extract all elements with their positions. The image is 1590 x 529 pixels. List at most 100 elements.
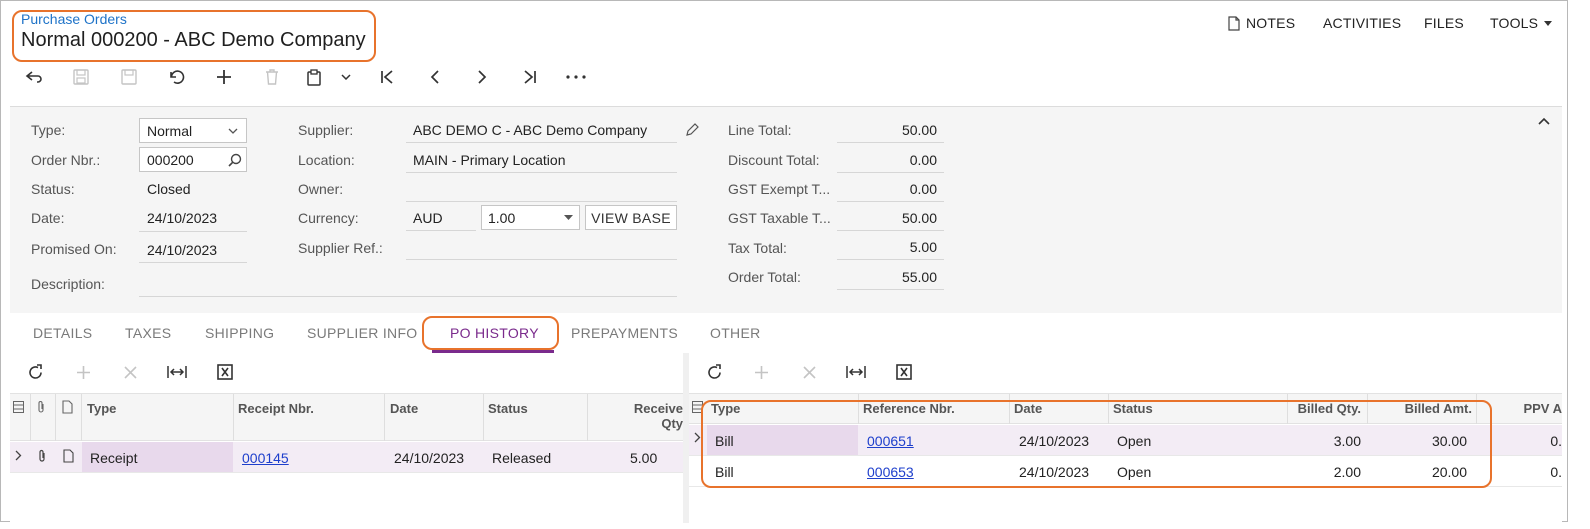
previous-record-icon[interactable] (421, 65, 449, 89)
currency-rate-value: 1.00 (488, 210, 516, 226)
ppv-amt: 0. (1550, 433, 1562, 449)
owner-label: Owner: (298, 181, 344, 197)
col-header-status[interactable]: Status (488, 401, 528, 416)
refresh-icon[interactable] (24, 362, 46, 382)
supplier-ref-field[interactable] (406, 234, 677, 260)
order-total-value: 55.00 (837, 264, 944, 290)
tab-supplier-info[interactable]: SUPPLIER INFO (307, 325, 417, 341)
column-divider (55, 394, 56, 441)
col-header-type[interactable]: Type (87, 401, 116, 416)
activities-label: ACTIVITIES (1323, 15, 1402, 31)
col-header-date[interactable]: Date (390, 401, 418, 416)
col-header-receipt-nbr[interactable]: Receipt Nbr. (238, 401, 314, 416)
tax-total-label: Tax Total: (728, 240, 787, 256)
col-header-received[interactable]: Receive Qty (633, 401, 683, 431)
description-label: Description: (31, 276, 105, 292)
promised-on-label: Promised On: (31, 241, 117, 257)
title-highlight (12, 10, 376, 62)
delete-row-icon[interactable] (798, 362, 820, 382)
export-excel-icon[interactable] (893, 362, 915, 382)
date-label: Date: (31, 210, 65, 226)
location-field[interactable]: MAIN - Primary Location (406, 147, 677, 173)
supplier-field[interactable]: ABC DEMO C - ABC Demo Company (406, 117, 677, 143)
selector-column-icon (13, 401, 24, 413)
type-select[interactable]: Normal (139, 118, 247, 143)
export-excel-icon[interactable] (214, 362, 236, 382)
receipt-date: 24/10/2023 (394, 450, 465, 466)
tab-shipping[interactable]: SHIPPING (205, 325, 274, 341)
tab-prepayments[interactable]: PREPAYMENTS (571, 325, 678, 341)
attachment-column-icon (38, 401, 44, 413)
note-icon[interactable] (63, 449, 74, 463)
col-header-received-line2: Qty (661, 416, 683, 431)
window-frame: Purchase Orders Normal 000200 - ABC Demo… (0, 0, 1568, 523)
chevron-right-icon[interactable] (694, 432, 701, 443)
gst-exempt-value: 0.00 (837, 176, 944, 202)
first-record-icon[interactable] (373, 65, 401, 89)
add-row-icon[interactable] (72, 362, 94, 382)
column-divider (587, 394, 588, 441)
back-icon[interactable] (20, 65, 48, 89)
notes-label: NOTES (1246, 15, 1296, 31)
tools-label: TOOLS (1490, 15, 1539, 31)
tab-other[interactable]: OTHER (710, 325, 761, 341)
save-close-icon[interactable] (67, 65, 95, 89)
supplier-ref-label: Supplier Ref.: (298, 240, 383, 256)
more-icon[interactable] (562, 65, 590, 89)
delete-row-icon[interactable] (119, 362, 141, 382)
view-base-button[interactable]: VIEW BASE (585, 205, 677, 230)
next-record-icon[interactable] (468, 65, 496, 89)
tab-taxes[interactable]: TAXES (125, 325, 171, 341)
column-divider (81, 394, 82, 441)
status-value: Closed (147, 181, 191, 197)
chevron-down-icon (228, 128, 238, 134)
tab-details[interactable]: DETAILS (33, 325, 92, 341)
save-icon[interactable] (115, 65, 143, 89)
receipt-nbr-link[interactable]: 000145 (242, 450, 289, 466)
last-record-icon[interactable] (516, 65, 544, 89)
discount-total-label: Discount Total: (728, 152, 820, 168)
files-button[interactable]: FILES (1424, 15, 1464, 31)
receipt-type: Receipt (90, 450, 138, 466)
table-row[interactable]: Receipt 000145 24/10/2023 Released 5.00 (10, 442, 683, 473)
description-field[interactable] (139, 271, 677, 297)
order-nbr-field[interactable]: 000200 (139, 147, 247, 172)
add-icon[interactable] (210, 65, 238, 89)
discount-total-value: 0.00 (837, 147, 944, 173)
ppv-amt: 0. (1550, 464, 1562, 480)
currency-rate-select[interactable]: 1.00 (481, 205, 580, 230)
tools-menu[interactable]: TOOLS (1490, 15, 1553, 31)
line-total-label: Line Total: (728, 122, 792, 138)
paperclip-icon[interactable] (37, 449, 47, 463)
date-field[interactable]: 24/10/2023 (139, 205, 247, 232)
location-label: Location: (298, 152, 355, 168)
column-divider (384, 394, 385, 441)
column-divider (233, 394, 234, 441)
search-icon[interactable] (228, 153, 242, 167)
supplier-label: Supplier: (298, 122, 354, 138)
chevron-right-icon[interactable] (15, 450, 22, 461)
copy-paste-menu[interactable] (307, 65, 351, 89)
add-row-icon[interactable] (750, 362, 772, 382)
promised-on-field[interactable]: 24/10/2023 (139, 236, 247, 263)
fit-columns-icon[interactable] (845, 362, 867, 382)
col-header-ppv[interactable]: PPV A (1483, 401, 1562, 416)
owner-field[interactable] (406, 176, 677, 202)
undo-icon[interactable] (163, 65, 191, 89)
gst-taxable-value: 50.00 (837, 205, 944, 231)
collapse-icon[interactable] (1538, 112, 1550, 128)
files-label: FILES (1424, 15, 1464, 31)
column-divider (30, 394, 31, 441)
clipboard-icon (307, 68, 321, 86)
order-total-label: Order Total: (728, 269, 801, 285)
fit-columns-icon[interactable] (166, 362, 188, 382)
refresh-icon[interactable] (703, 362, 725, 382)
delete-icon[interactable] (258, 65, 286, 89)
pencil-icon[interactable] (685, 122, 700, 137)
activities-button[interactable]: ACTIVITIES (1323, 15, 1401, 31)
column-divider (483, 394, 484, 441)
tax-total-value: 5.00 (837, 234, 944, 260)
tab-highlight (422, 316, 559, 350)
currency-field[interactable]: AUD (406, 205, 476, 231)
notes-button[interactable]: NOTES (1228, 15, 1295, 31)
